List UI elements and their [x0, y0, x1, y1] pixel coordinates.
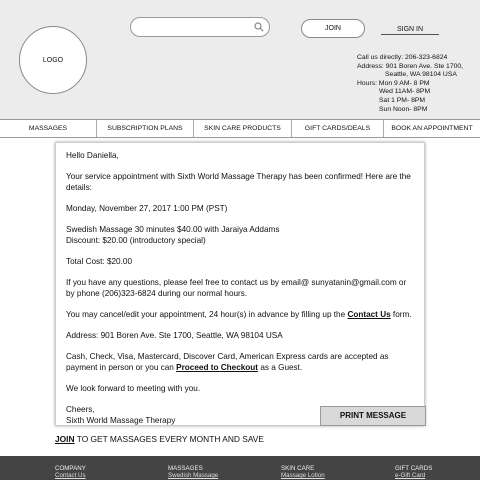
print-message-button[interactable]: PRINT MESSAGE [320, 406, 426, 426]
main-nav: MASSAGES SUBSCRIPTION PLANS SKIN CARE PR… [0, 119, 480, 138]
nav-item-subscription-plans[interactable]: SUBSCRIPTION PLANS [97, 120, 194, 137]
footer-column-title: GIFT CARDS [395, 465, 433, 472]
sign-in-link[interactable]: SIGN IN [381, 26, 439, 35]
join-promo: JOIN TO GET MASSAGES EVERY MONTH AND SAV… [55, 434, 264, 444]
join-promo-text: TO GET MASSAGES EVERY MONTH AND SAVE [74, 434, 264, 444]
footer-column-title: MASSAGES [168, 465, 203, 472]
nav-item-gift-cards-deals[interactable]: GIFT CARDS/DEALS [292, 120, 384, 137]
closing-text: We look forward to meeting with you. [66, 384, 201, 394]
email-greeting: Hello Daniella, [66, 151, 119, 160]
logo[interactable]: LOGO [19, 26, 87, 94]
site-footer: COMPANY Contact Us MASSAGES Swedish Mass… [0, 456, 480, 480]
contact-address-line2: Seattle, WA 98104 USA [385, 71, 457, 79]
confirmation-message: Hello Daniella, Your service appointment… [55, 142, 426, 426]
nav-item-massages[interactable]: MASSAGES [0, 120, 97, 137]
total-cost: Total Cost: $20.00 [66, 256, 132, 266]
cancel-text: You may cancel/edit your appointment, 24… [66, 310, 414, 321]
cancel-text-before: You may cancel/edit your appointment, 24… [66, 309, 348, 319]
footer-column-title: COMPANY [55, 465, 86, 472]
footer-link-swedish-massage[interactable]: Swedish Massage [168, 472, 218, 479]
contact-info: Call us directly: 206-323-6824 Address: … [357, 54, 463, 114]
contact-address-line1: Address: 901 Boren Ave. Ste 1700, [357, 62, 464, 70]
site-header: LOGO JOIN SIGN IN Call us directly: 206-… [0, 0, 480, 119]
search-icon[interactable] [254, 22, 264, 32]
join-button[interactable]: JOIN [301, 19, 365, 38]
contact-hours-line2: Wed 11AM- 8PM [379, 88, 431, 96]
nav-item-book-appointment[interactable]: BOOK AN APPOINTMENT [384, 120, 480, 137]
discount-line: Discount: $20.00 (introductory special) [66, 235, 206, 245]
join-button-label: JOIN [325, 25, 341, 32]
contact-hours-line1: Hours: Mon 9 AM- 8 PM [357, 79, 430, 87]
footer-column-massages: MASSAGES Swedish Massage [168, 465, 218, 479]
footer-column-skin-care: SKIN CARE Massage Lotion [281, 465, 325, 479]
service-details: Swedish Massage 30 minutes $40.00 with J… [66, 225, 414, 246]
join-promo-link[interactable]: JOIN [55, 434, 75, 444]
contact-hours-line3: Sat 1 PM- 8PM [379, 96, 426, 104]
footer-link-massage-lotion[interactable]: Massage Lotion [281, 472, 325, 479]
business-address: Address: 901 Boren Ave. Ste 1700, Seattl… [66, 331, 283, 341]
payment-text: Cash, Check, Visa, Mastercard, Discover … [66, 352, 414, 373]
payment-text-after: as a Guest. [258, 362, 303, 372]
print-message-label: PRINT MESSAGE [339, 410, 407, 420]
contact-phone: Call us directly: 206-323-6824 [357, 54, 448, 61]
footer-column-title: SKIN CARE [281, 465, 315, 472]
contact-us-link[interactable]: Contact Us [347, 310, 390, 319]
questions-text: If you have any questions, please feel f… [66, 278, 407, 298]
footer-column-gift-cards: GIFT CARDS e-Gift Card [395, 465, 432, 479]
footer-link-e-gift-card[interactable]: e-Gift Card [395, 472, 432, 479]
service-line: Swedish Massage 30 minutes $40.00 with J… [66, 225, 280, 235]
signoff-line1: Cheers, [66, 405, 95, 415]
cancel-text-after: form. [390, 309, 412, 319]
signoff-line2: Sixth World Massage Therapy [66, 415, 176, 425]
email-intro: Your service appointment with Sixth Worl… [66, 172, 411, 192]
nav-item-skin-care-products[interactable]: SKIN CARE PRODUCTS [194, 120, 292, 137]
proceed-to-checkout-link[interactable]: Proceed to Checkout [176, 363, 258, 372]
contact-hours-line4: Sun Noon- 8PM [379, 105, 428, 113]
appointment-datetime: Monday, November 27, 2017 1:00 PM (PST) [66, 203, 228, 213]
footer-link-contact-us[interactable]: Contact Us [55, 472, 86, 479]
logo-text: LOGO [42, 56, 64, 64]
search-input[interactable] [130, 17, 270, 37]
footer-column-company: COMPANY Contact Us [55, 465, 86, 479]
